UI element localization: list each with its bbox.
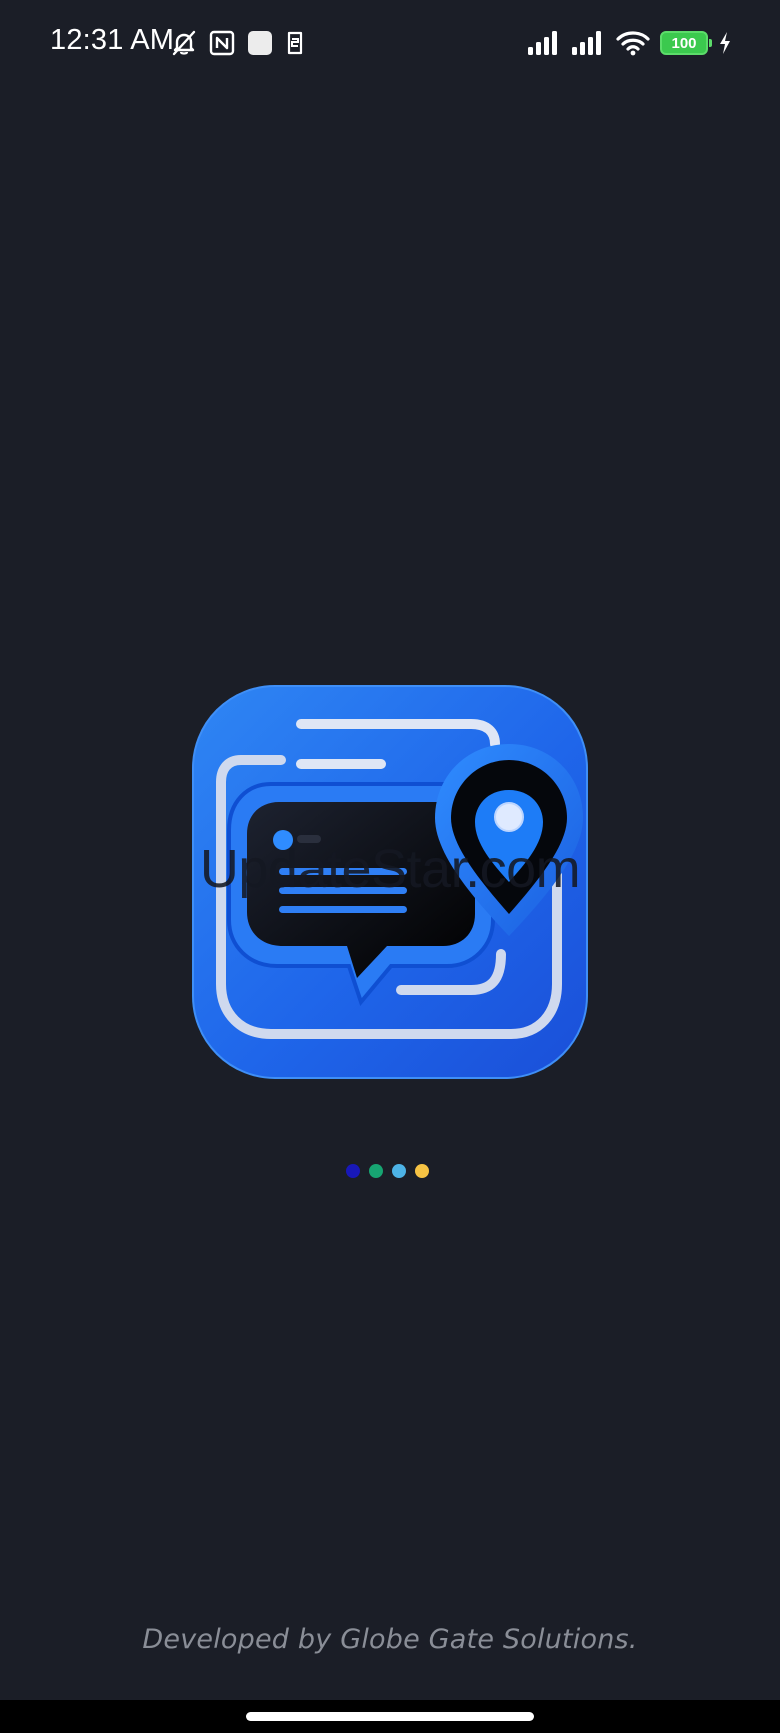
signal-icon xyxy=(528,31,562,55)
battery-level: 100 xyxy=(671,34,697,52)
status-icons-right: 100 xyxy=(528,26,732,60)
battery-icon: 100 xyxy=(660,31,712,55)
loading-dot xyxy=(392,1164,406,1178)
loading-dot xyxy=(415,1164,429,1178)
loading-dot xyxy=(346,1164,360,1178)
muted-bell-icon xyxy=(170,29,198,57)
status-icons-left xyxy=(170,26,306,60)
developer-credit: Developed by Globe Gate Solutions. xyxy=(142,1624,638,1655)
charging-icon xyxy=(718,31,732,55)
status-bar: 12:31 AM 100 xyxy=(0,0,780,86)
signal-icon xyxy=(572,31,606,55)
watermark-text: UpdateStar.com xyxy=(199,839,581,899)
sim-icon xyxy=(284,29,306,57)
splash-screen: 12:31 AM 100 UpdateStar.com Developed by… xyxy=(0,0,780,1733)
app-square-icon xyxy=(246,29,274,57)
status-time: 12:31 AM xyxy=(50,24,175,56)
loading-indicator xyxy=(346,1164,429,1178)
wifi-icon xyxy=(616,30,650,56)
nfc-icon xyxy=(208,29,236,57)
home-indicator[interactable] xyxy=(246,1712,534,1721)
loading-dot xyxy=(369,1164,383,1178)
